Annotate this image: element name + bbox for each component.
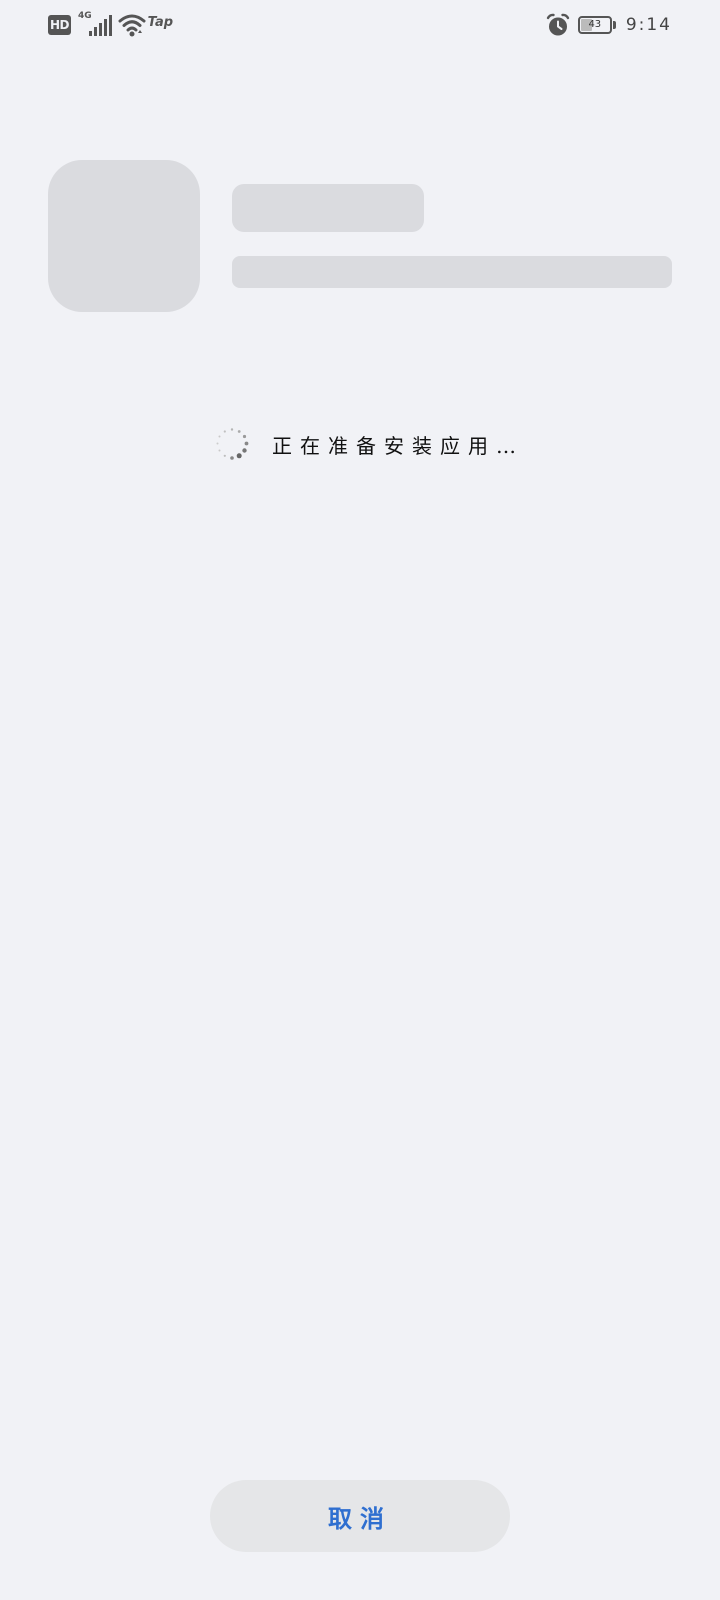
- cancel-button[interactable]: 取消: [210, 1480, 510, 1552]
- battery-icon: 43: [577, 16, 612, 34]
- alarm-clock-icon: [546, 13, 570, 36]
- wifi-icon: [118, 14, 146, 37]
- battery-cap: [612, 21, 616, 29]
- status-time: 9:14: [625, 15, 672, 35]
- app-icon-placeholder: [48, 160, 200, 312]
- hd-badge: HD: [48, 15, 72, 35]
- tap-label: Tap: [147, 14, 174, 30]
- network-type-label: 4G: [78, 11, 92, 21]
- app-name-placeholder: [232, 184, 424, 232]
- loading-status-text: 正在准备安装应用…: [272, 433, 524, 458]
- status-bar-left: HD 4G Tap: [48, 10, 173, 40]
- loading-status: 正在准备安装应用…: [214, 426, 524, 462]
- status-bar-right: 43 9:14: [546, 10, 672, 40]
- battery-level: 43: [588, 19, 602, 30]
- app-info-placeholder: [232, 256, 672, 288]
- spinner-icon: [216, 428, 249, 460]
- status-bar: HD 4G Tap 43 9:14: [0, 0, 720, 48]
